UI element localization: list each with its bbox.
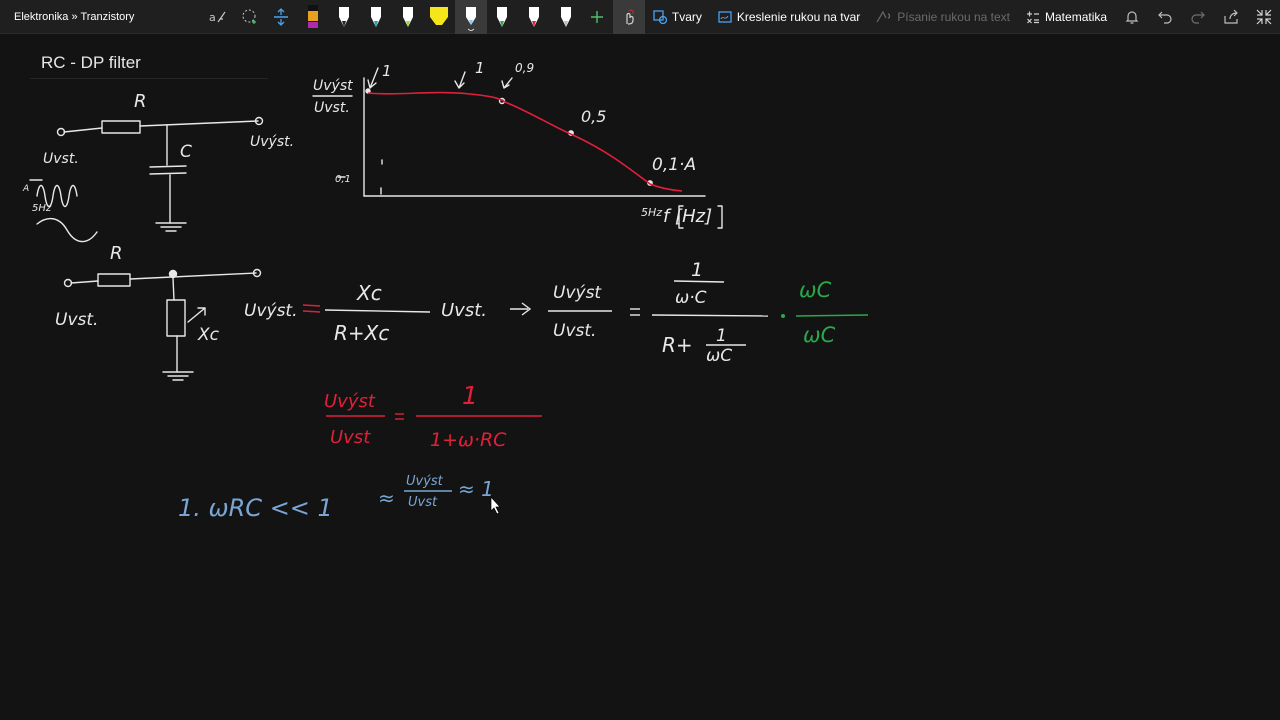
eq3-right-denominator: 1+ω·RC (430, 429, 507, 451)
c1-amplitude-label: A (22, 184, 29, 194)
line4-end: ≈ 1 (458, 477, 494, 501)
c1-freq-label: 5Hz (32, 203, 52, 214)
eq2-rnum-top: 1 (691, 259, 703, 281)
line4-approx-symbol: ≈ (378, 486, 395, 510)
eq1-tail: Uvst. (441, 300, 487, 321)
eq1-lhs: Uvýst. (244, 301, 298, 321)
c2-label-xc: Xc (197, 325, 220, 345)
eq2-green-denominator: ωC (803, 323, 836, 347)
c1-label-uvst: Uvst. (43, 151, 79, 167)
c1-label-uvyst: Uvýst. (250, 134, 294, 150)
graph-x-tick-5hz: 5Hz (641, 206, 662, 219)
eq2-rden-frac-top: 1 (716, 326, 727, 346)
graph-annot-01A: 0,1·A (652, 155, 696, 175)
eq2-rden: R+ (662, 333, 693, 357)
graph-annot-1a: 1 (382, 62, 392, 80)
c1-label-R: R (134, 91, 147, 112)
c2-label-uvst: Uvst. (55, 310, 98, 330)
line4-frac-bottom: Uvst (408, 495, 438, 510)
eq2-denominator: Uvst. (553, 321, 596, 341)
eq1-numerator: Xc (356, 281, 382, 305)
eq2-numerator: Uvýst (553, 283, 602, 303)
eq2-rden-frac-bottom: ωC (706, 346, 732, 366)
c2-label-R: R (110, 243, 123, 264)
eq2-rnum-bottom: ω·C (675, 288, 707, 308)
graph-ylabel-top: Uvýst (313, 78, 353, 94)
eq3-numerator: Uvýst (324, 391, 376, 412)
graph-xlabel: f [Hz] (663, 206, 712, 227)
graph-annot-05: 0,5 (581, 107, 606, 126)
eq2-green-numerator: ωC (799, 278, 832, 302)
graph-annot-1b: 1 (475, 59, 485, 77)
graph-annot-09: 0,9 (515, 61, 534, 75)
c1-label-C: C (180, 142, 192, 162)
graph-ylabel-bottom: Uvst. (314, 100, 350, 116)
eq3-right-numerator: 1 (462, 381, 478, 410)
graph-y-tick-01: 0,1 (335, 174, 351, 185)
line4-condition: 1. ωRC << 1 (178, 494, 333, 522)
line4-frac-top: Uvýst (406, 474, 444, 489)
ink-labels: R C Uvst. Uvýst. A 5Hz R Uvst. Xc Uvýst … (22, 59, 836, 522)
eq1-denominator: R+Xc (334, 321, 389, 345)
eq3-denominator: Uvst (330, 427, 371, 448)
